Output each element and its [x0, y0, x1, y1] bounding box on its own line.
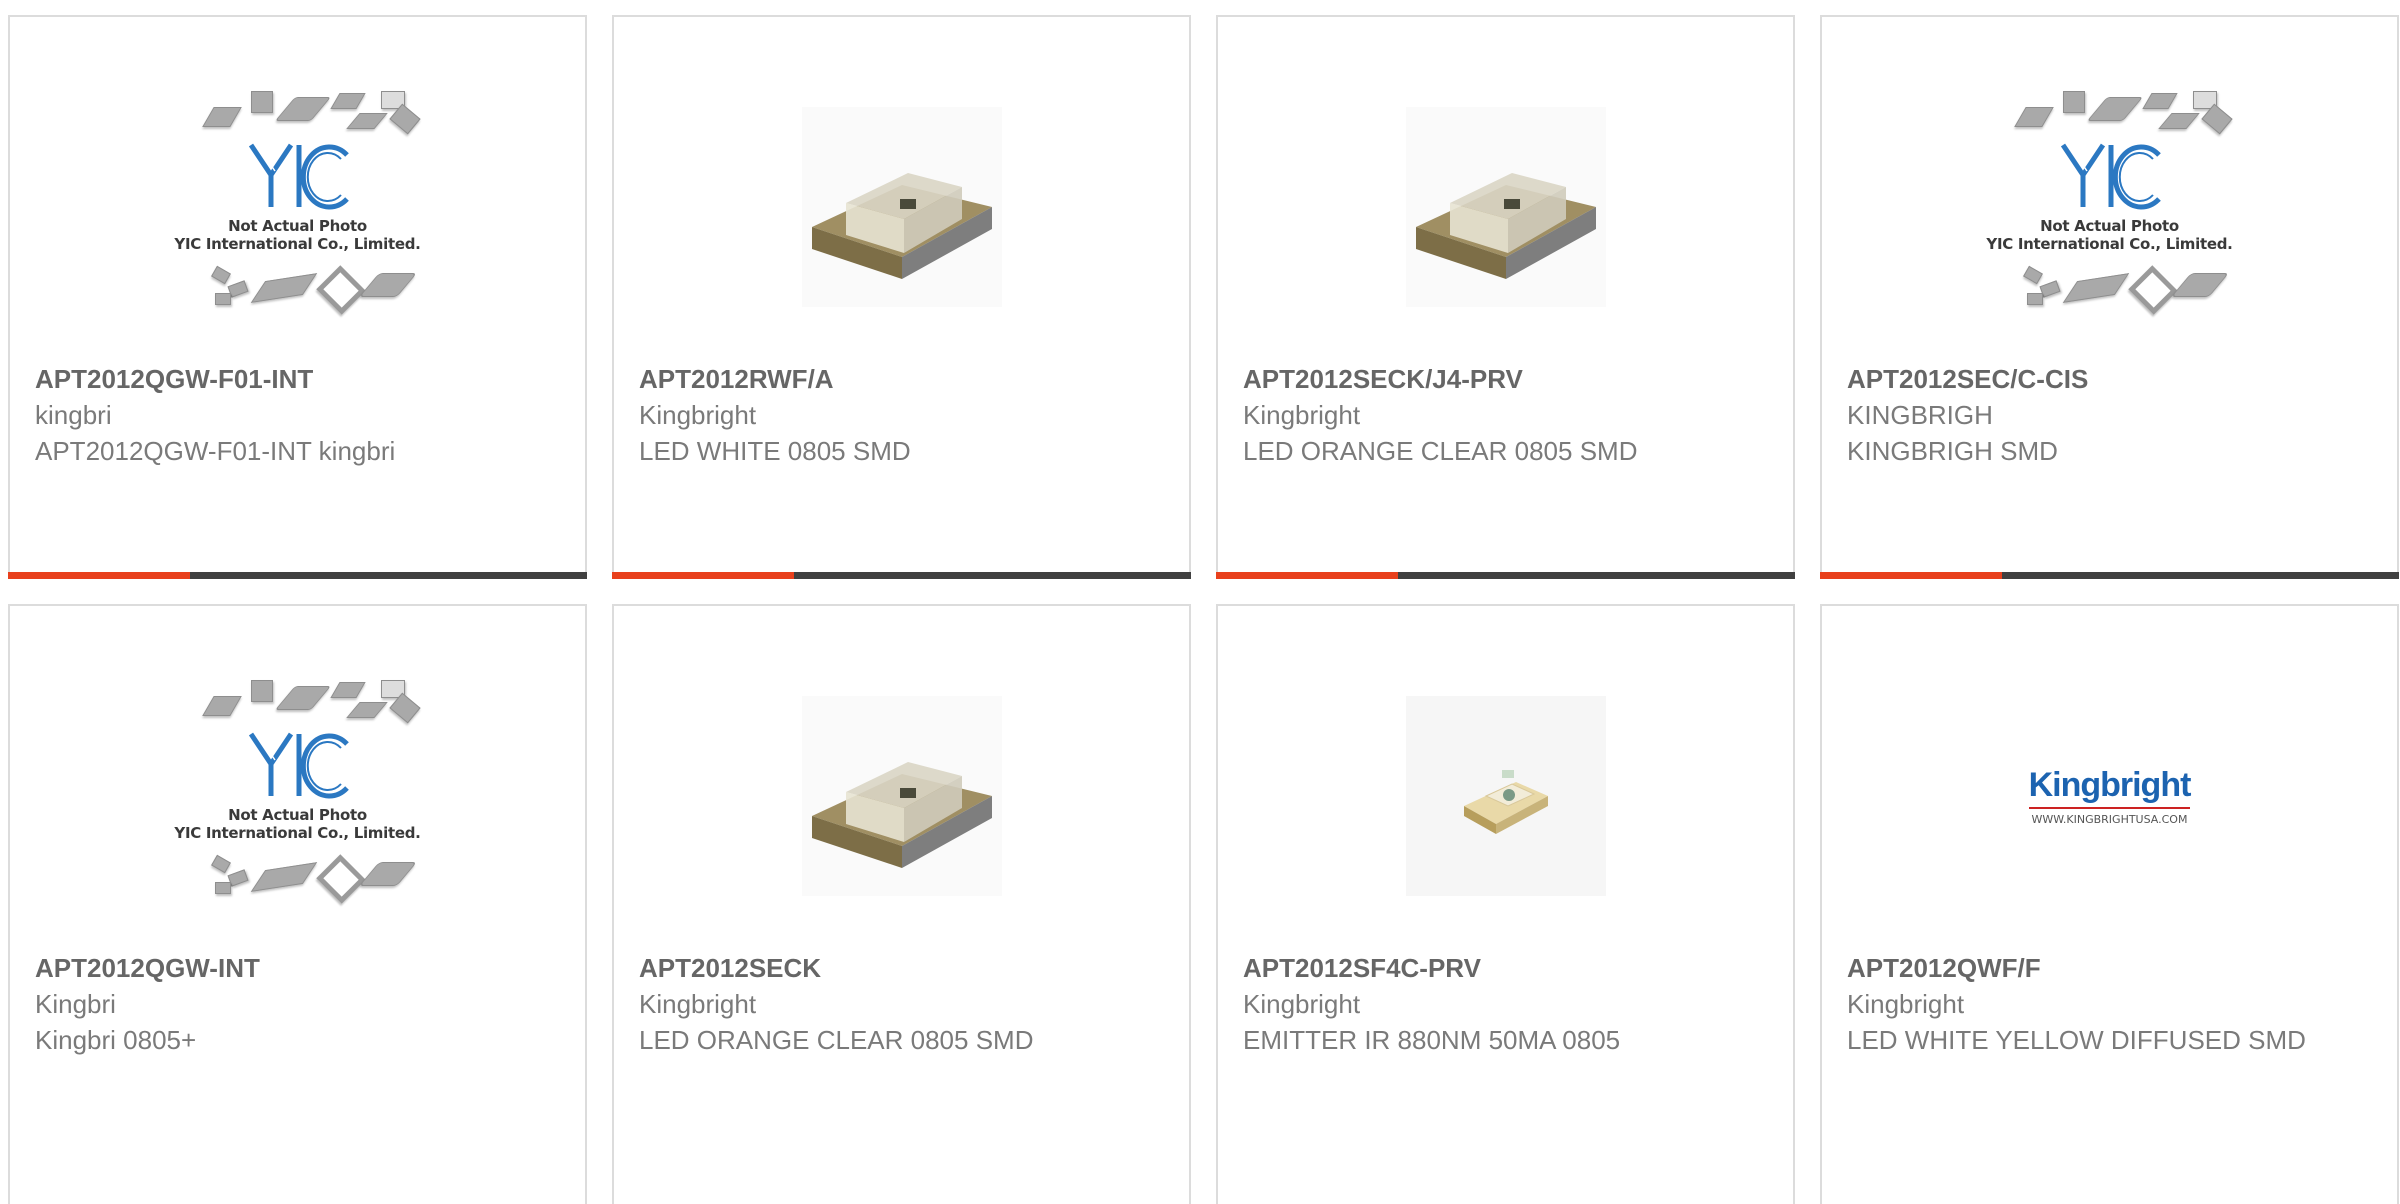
smd-led-image: [1405, 107, 1606, 307]
card-bar-accent: [612, 572, 794, 579]
manufacturer: Kingbright: [639, 400, 757, 430]
product-card[interactable]: APT2012SF4C-PRV Kingbright EMITTER IR 88…: [1216, 604, 1795, 1204]
part-number[interactable]: APT2012RWF/A: [639, 361, 1169, 397]
part-number[interactable]: APT2012SF4C-PRV: [1243, 950, 1773, 986]
manufacturer: kingbri: [35, 400, 112, 430]
image-caption: YIC International Co., Limited.: [1986, 235, 2233, 253]
product-card[interactable]: Kingbright WWW.KINGBRIGHTUSA.COM APT2012…: [1820, 604, 2399, 1204]
part-number[interactable]: APT2012QWF/F: [1847, 950, 2377, 986]
description: LED ORANGE CLEAR 0805 SMD: [1243, 436, 1638, 466]
smd-led-image: [1405, 696, 1606, 896]
manufacturer: Kingbright: [1243, 400, 1361, 430]
image-caption: Not Actual Photo: [228, 217, 367, 235]
product-grid: Not Actual Photo YIC International Co., …: [8, 15, 2400, 1204]
description: LED ORANGE CLEAR 0805 SMD: [639, 1025, 1034, 1055]
card-bar-accent: [1820, 572, 2002, 579]
product-card[interactable]: Not Actual Photo YIC International Co., …: [8, 604, 587, 1204]
description: Kingbri 0805+: [35, 1025, 197, 1055]
description: EMITTER IR 880NM 50MA 0805: [1243, 1025, 1621, 1055]
product-image[interactable]: Not Actual Photo YIC International Co., …: [10, 676, 585, 916]
yic-placeholder-image: Not Actual Photo YIC International Co., …: [163, 676, 433, 916]
logo-url: WWW.KINGBRIGHTUSA.COM: [2028, 807, 2191, 826]
product-card[interactable]: APT2012SECK Kingbright LED ORANGE CLEAR …: [612, 604, 1191, 1204]
product-card[interactable]: APT2012RWF/A Kingbright LED WHITE 0805 S…: [612, 15, 1191, 579]
card-bar-accent: [8, 572, 190, 579]
description: APT2012QGW-F01-INT kingbri: [35, 436, 396, 466]
description: LED WHITE 0805 SMD: [639, 436, 911, 466]
yic-logo-icon: [2060, 143, 2161, 210]
logo-name: Kingbright: [2028, 766, 2192, 804]
card-bar: [612, 572, 1191, 579]
part-number[interactable]: APT2012SECK: [639, 950, 1169, 986]
kingbright-logo-icon: Kingbright WWW.KINGBRIGHTUSA.COM: [2028, 766, 2192, 826]
product-image[interactable]: [1218, 676, 1793, 916]
yic-logo-icon: [248, 732, 349, 799]
manufacturer: Kingbright: [1243, 989, 1361, 1019]
card-bar: [1820, 572, 2399, 579]
manufacturer: KINGBRIGH: [1847, 400, 1993, 430]
smd-led-image: [801, 107, 1002, 307]
part-number[interactable]: APT2012SECK/J4-PRV: [1243, 361, 1773, 397]
product-card[interactable]: APT2012SECK/J4-PRV Kingbright LED ORANGE…: [1216, 15, 1795, 579]
image-caption: Not Actual Photo: [2040, 217, 2179, 235]
part-number[interactable]: APT2012QGW-F01-INT: [35, 361, 565, 397]
manufacturer: Kingbright: [1847, 989, 1965, 1019]
product-card[interactable]: Not Actual Photo YIC International Co., …: [8, 15, 587, 579]
product-image[interactable]: Not Actual Photo YIC International Co., …: [1822, 87, 2397, 327]
yic-placeholder-image: Not Actual Photo YIC International Co., …: [163, 87, 433, 327]
manufacturer: Kingbright: [639, 989, 757, 1019]
description: LED WHITE YELLOW DIFFUSED SMD: [1847, 1025, 2306, 1055]
image-caption: YIC International Co., Limited.: [174, 235, 421, 253]
description: KINGBRIGH SMD: [1847, 436, 2058, 466]
manufacturer: Kingbri: [35, 989, 116, 1019]
card-bar-accent: [1216, 572, 1398, 579]
card-bar: [8, 572, 587, 579]
product-image[interactable]: [614, 87, 1189, 327]
product-image[interactable]: [614, 676, 1189, 916]
product-image[interactable]: Not Actual Photo YIC International Co., …: [10, 87, 585, 327]
part-number[interactable]: APT2012SEC/C-CIS: [1847, 361, 2377, 397]
image-caption: Not Actual Photo: [228, 806, 367, 824]
product-card[interactable]: Not Actual Photo YIC International Co., …: [1820, 15, 2399, 579]
part-number[interactable]: APT2012QGW-INT: [35, 950, 565, 986]
card-bar: [1216, 572, 1795, 579]
product-image[interactable]: [1218, 87, 1793, 327]
yic-logo-icon: [248, 143, 349, 210]
yic-placeholder-image: Not Actual Photo YIC International Co., …: [1975, 87, 2245, 327]
product-image[interactable]: Kingbright WWW.KINGBRIGHTUSA.COM: [1822, 676, 2397, 916]
image-caption: YIC International Co., Limited.: [174, 824, 421, 842]
smd-led-image: [801, 696, 1002, 896]
